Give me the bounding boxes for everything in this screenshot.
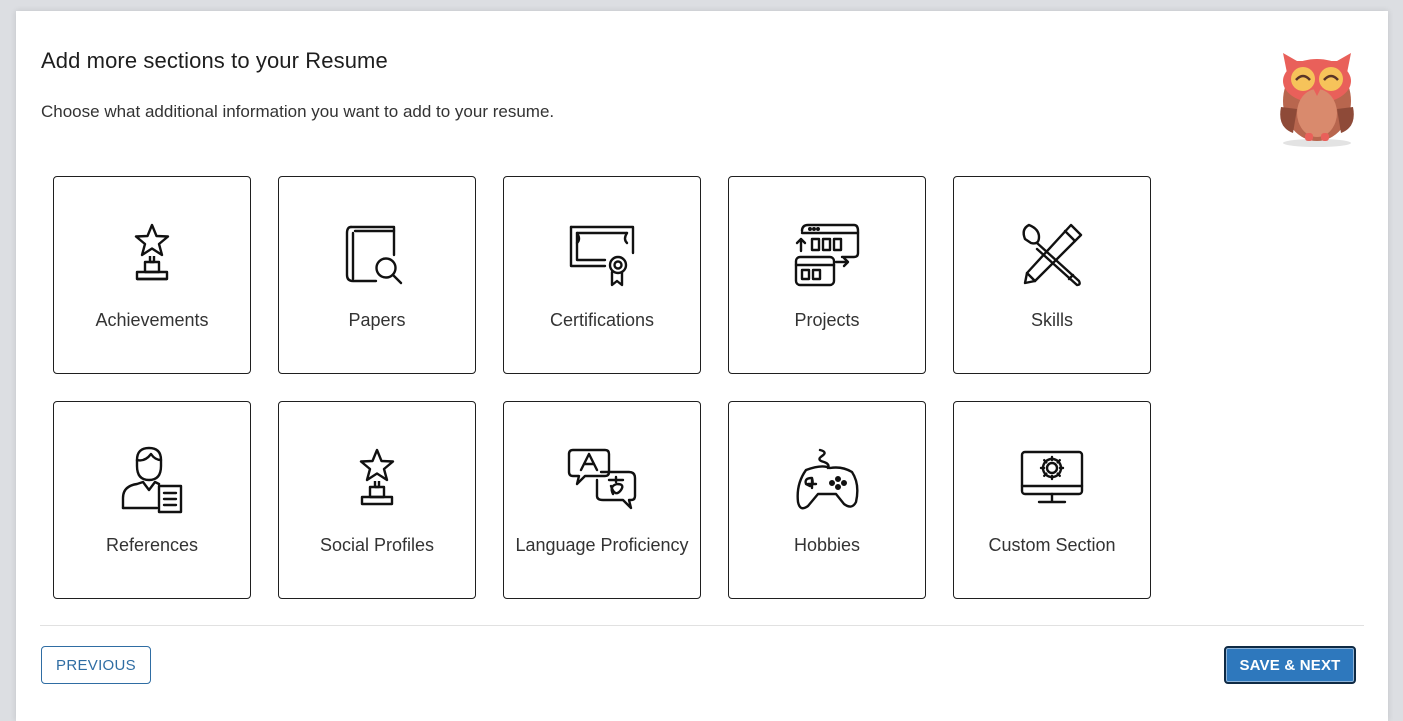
- section-label: Social Profiles: [319, 535, 435, 555]
- page-title: Add more sections to your Resume: [41, 48, 388, 73]
- section-tile-skills[interactable]: Skills: [953, 176, 1151, 374]
- section-label: Certifications: [549, 310, 655, 330]
- projects-icon: [792, 221, 862, 291]
- section-label: Hobbies: [793, 535, 861, 555]
- person-document-icon: [117, 446, 187, 516]
- certificate-icon: [567, 221, 637, 291]
- save-next-button[interactable]: SAVE & NEXT: [1224, 646, 1356, 684]
- section-label: Achievements: [95, 310, 209, 330]
- translate-icon: [567, 446, 637, 516]
- section-tile-projects[interactable]: Projects: [728, 176, 926, 374]
- section-tile-references[interactable]: References: [53, 401, 251, 599]
- section-label: Skills: [1030, 310, 1073, 330]
- section-tile-certifications[interactable]: Certifications: [503, 176, 701, 374]
- page-subtitle: Choose what additional information you w…: [41, 102, 555, 121]
- trophy-icon: [117, 221, 187, 291]
- section-tile-language-proficiency[interactable]: Language Proficiency: [503, 401, 701, 599]
- section-tile-hobbies[interactable]: Hobbies: [728, 401, 926, 599]
- section-tile-social-profiles[interactable]: Social Profiles: [278, 401, 476, 599]
- previous-button[interactable]: PREVIOUS: [41, 646, 151, 684]
- monitor-gear-icon: [1017, 446, 1087, 516]
- section-label: Papers: [348, 310, 406, 330]
- section-label: Custom Section: [988, 535, 1116, 555]
- section-tile-papers[interactable]: Papers: [278, 176, 476, 374]
- book-search-icon: [342, 221, 412, 291]
- owl-mascot-icon: [1275, 47, 1359, 147]
- section-tile-achievements[interactable]: Achievements: [53, 176, 251, 374]
- add-sections-panel: Add more sections to your Resume Choose …: [16, 11, 1388, 721]
- section-label: Projects: [794, 310, 860, 330]
- gamepad-icon: [792, 446, 862, 516]
- trophy-icon: [342, 446, 412, 516]
- section-label: References: [105, 535, 199, 555]
- section-label: Language Proficiency: [515, 535, 689, 555]
- tools-icon: [1017, 221, 1087, 291]
- footer-divider: [40, 625, 1364, 626]
- section-tile-custom-section[interactable]: Custom Section: [953, 401, 1151, 599]
